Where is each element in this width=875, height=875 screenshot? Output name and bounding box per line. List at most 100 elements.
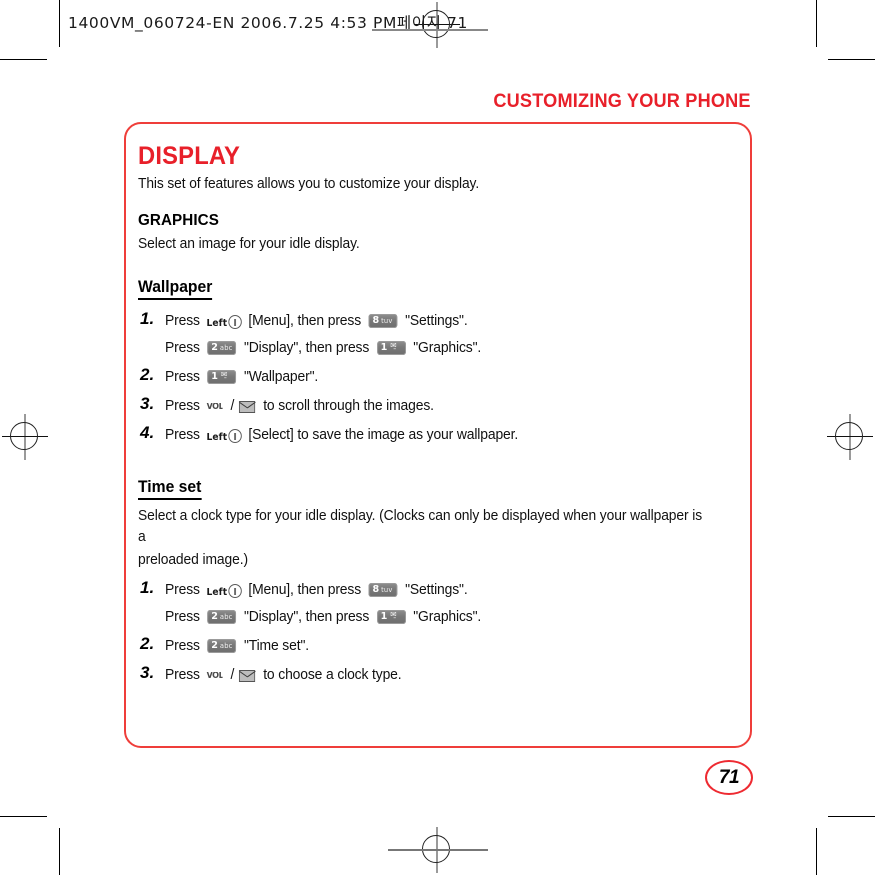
step-item: 3. Press VOL / to choose a clock type. xyxy=(138,663,736,686)
wallpaper-heading: Wallpaper xyxy=(138,278,213,301)
crop-mark-top-left-horizontal xyxy=(0,59,47,60)
step-text: [Menu], then press xyxy=(248,582,365,599)
keypad-key-1-icon: 1 ✉̱ xyxy=(376,610,406,625)
keycap-wrap: 8 tuv xyxy=(365,582,405,598)
keycap-wrap: 1 ✉̱ xyxy=(373,609,413,625)
keypad-key-1-icon: 1 ✉̱ xyxy=(207,370,237,385)
page-number-badge: 71 xyxy=(705,760,753,795)
crop-mark-bottom-left-horizontal xyxy=(0,816,47,817)
step-text: "Wallpaper". xyxy=(243,369,319,386)
message-envelope-key-icon xyxy=(239,670,256,683)
key-digit: 8 xyxy=(372,584,380,596)
step-text: [Menu], then press xyxy=(248,313,365,330)
step-item: 1. Press Left [Menu], then press 8 tuv "Se… xyxy=(138,309,736,359)
step-line: Press Left [Menu], then press 8 tuv "Sett… xyxy=(165,579,713,605)
key-digit: 1 xyxy=(211,371,218,383)
keypad-key-2-icon: 2 abc xyxy=(207,610,237,625)
step-text: [Select] to save the image as your wallp… xyxy=(248,427,519,444)
timeset-heading: Time set xyxy=(138,478,202,501)
step-line: Press VOL / to scroll through the images… xyxy=(165,395,713,417)
step-text: "Display", then press xyxy=(243,609,373,626)
step-number: 1. xyxy=(140,309,155,329)
keypad-key-2-icon: 2 abc xyxy=(207,341,237,356)
step-line: Press 1 ✉̱ "Wallpaper". xyxy=(165,366,713,388)
left-soft-key-icon: Left xyxy=(206,583,242,605)
key-digit: 2 xyxy=(211,611,218,623)
soft-key-label: Left xyxy=(206,432,228,444)
keycap-wrap: 1 ✉̱ xyxy=(373,340,413,356)
registration-mark-right xyxy=(827,414,873,460)
running-head-title: CUSTOMIZING YOUR PHONE xyxy=(493,90,751,112)
key-digit: 2 xyxy=(211,640,218,652)
trim-rule-bottom xyxy=(388,849,488,851)
key-digit: 2 xyxy=(211,342,218,354)
step-line: Press Left [Menu], then press 8 tuv "Sett… xyxy=(165,310,713,336)
softkey-wrap: Left xyxy=(204,313,249,330)
crop-mark-top-right-horizontal xyxy=(828,59,875,60)
page-number-label: 71 xyxy=(718,766,740,788)
registration-mark-left xyxy=(2,414,48,460)
key-sublabel: ✉̱ xyxy=(390,610,397,620)
step-text: to scroll through the images. xyxy=(263,398,434,415)
step-number: 3. xyxy=(140,663,155,683)
msgkey-wrap xyxy=(235,667,263,683)
step-text: "Display", then press xyxy=(243,340,373,357)
keypad-key-2-icon: 2 abc xyxy=(207,639,237,654)
keycap-wrap: 2 abc xyxy=(204,609,244,625)
key-sublabel: abc xyxy=(219,343,233,352)
key-sublabel: ✉̱ xyxy=(390,341,397,351)
step-number: 2. xyxy=(140,634,155,654)
timeset-intro-line2: preloaded image.) xyxy=(138,552,249,569)
step-text: Press xyxy=(165,398,204,415)
step-item: 4. Press Left [Select] to save the image … xyxy=(138,423,736,450)
step-text: Press xyxy=(165,609,204,626)
step-text: Press xyxy=(165,582,204,599)
keypad-key-8-icon: 8 tuv xyxy=(368,583,398,598)
left-soft-key-icon: Left xyxy=(206,428,242,450)
timeset-steps: 1. Press Left [Menu], then press 8 tuv "Se… xyxy=(138,578,736,686)
separator-slash: / xyxy=(230,398,235,415)
step-text: Press xyxy=(165,638,204,655)
crop-mark-top-left-vertical xyxy=(59,0,60,47)
softkey-wrap: Left xyxy=(204,582,249,599)
crop-mark-bottom-right-horizontal xyxy=(828,816,875,817)
step-text: "Graphics". xyxy=(413,340,482,357)
crop-mark-bottom-left-vertical xyxy=(59,828,60,875)
step-text: "Graphics". xyxy=(413,609,482,626)
keycap-wrap: 8 tuv xyxy=(365,313,405,329)
graphics-heading: GRAPHICS xyxy=(138,212,220,229)
crop-mark-top-right-vertical xyxy=(816,0,817,47)
wallpaper-steps: 1. Press Left [Menu], then press 8 tuv "Se… xyxy=(138,309,736,450)
step-line: Press Left [Select] to save the image as… xyxy=(165,424,713,450)
key-digit: 1 xyxy=(380,611,388,623)
keycap-wrap: 2 abc xyxy=(204,340,244,356)
step-item: 1. Press Left [Menu], then press 8 tuv "Se… xyxy=(138,578,736,628)
volkey-wrap: VOL xyxy=(204,398,230,414)
soft-key-circle-icon xyxy=(228,584,242,599)
step-text: "Time set". xyxy=(243,638,309,655)
step-text: Press xyxy=(165,427,204,444)
step-line: Press 2 abc "Display", then press 1 ✉̱ "Gr… xyxy=(165,337,713,359)
soft-key-circle-icon xyxy=(228,315,242,330)
timeset-intro-line1: Select a clock type for your idle displa… xyxy=(138,508,703,546)
content-panel: DISPLAY This set of features allows you … xyxy=(124,122,752,748)
soft-key-label: Left xyxy=(206,318,228,330)
step-line: Press 2 abc "Time set". xyxy=(165,635,713,657)
page-title: DISPLAY xyxy=(138,142,241,170)
key-sublabel: ✉̱ xyxy=(220,370,227,380)
section-intro: This set of features allows you to custo… xyxy=(138,176,480,192)
step-text: to choose a clock type. xyxy=(263,667,402,684)
slug-filename-date: 1400VM_060724-EN 2006.7.25 4:53 PM xyxy=(68,14,397,32)
step-text: Press xyxy=(165,340,204,357)
volkey-wrap: VOL xyxy=(204,667,230,683)
step-text: Press xyxy=(165,369,204,386)
keypad-key-8-icon: 8 tuv xyxy=(368,314,398,329)
step-number: 2. xyxy=(140,365,155,385)
step-item: 2. Press 2 abc "Time set". xyxy=(138,634,736,657)
softkey-wrap: Left xyxy=(204,427,249,444)
graphics-intro: Select an image for your idle display. xyxy=(138,236,360,252)
soft-key-label: Left xyxy=(206,587,228,599)
separator-slash: / xyxy=(230,667,235,684)
slug-underline xyxy=(372,29,488,31)
step-number: 1. xyxy=(140,578,155,598)
